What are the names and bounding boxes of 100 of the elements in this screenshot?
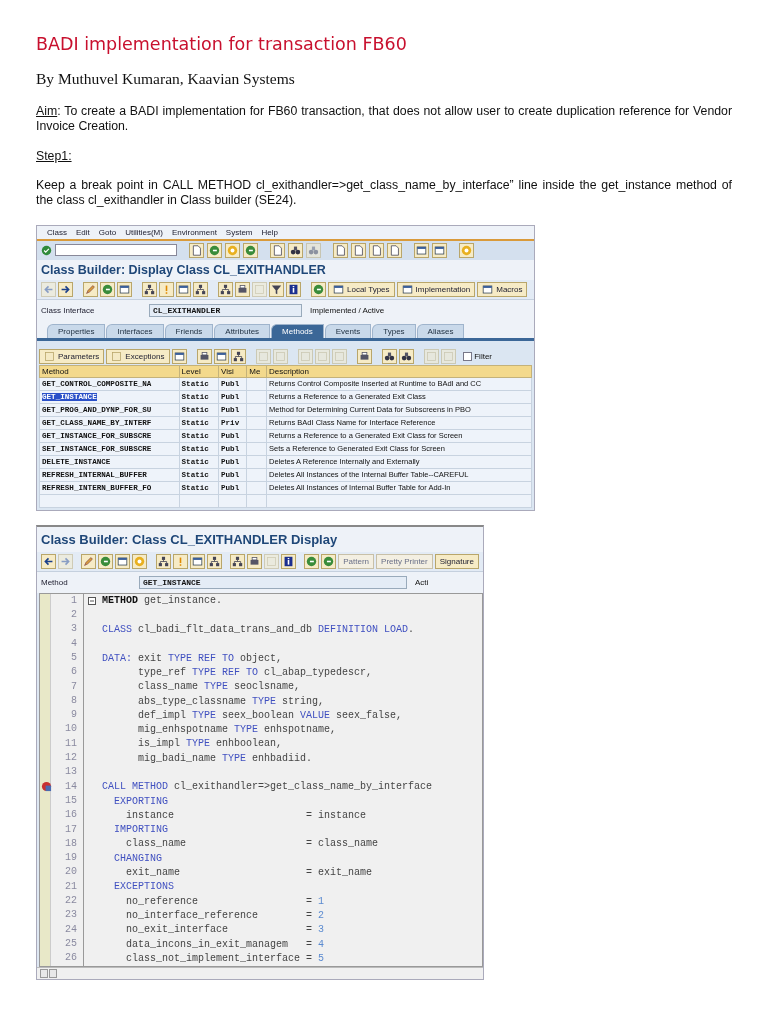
toolbar-button[interactable]: Parameters xyxy=(39,348,105,364)
line-number: 20 xyxy=(53,865,84,880)
toolbar-button[interactable] xyxy=(58,281,73,297)
toolbar-button[interactable] xyxy=(414,242,429,258)
toolbar-button[interactable] xyxy=(155,553,171,569)
toolbar-button[interactable] xyxy=(280,553,296,569)
page-icon xyxy=(272,244,283,256)
scroll-right-button[interactable] xyxy=(49,968,57,978)
filter-checkbox[interactable] xyxy=(463,351,473,361)
toolbar-button[interactable] xyxy=(229,553,245,569)
hierarchy-icon xyxy=(144,283,155,295)
class-field[interactable]: CL_EXITHANDLER xyxy=(149,303,302,317)
toolbar-button[interactable] xyxy=(356,348,372,364)
toolbar-button[interactable] xyxy=(41,553,56,569)
circle-icon xyxy=(313,283,324,295)
tab[interactable]: Methods xyxy=(271,323,324,338)
square-icon xyxy=(442,350,454,362)
toolbar-button[interactable] xyxy=(189,242,204,258)
window-icon xyxy=(191,555,203,567)
window-title: Class Builder: Class CL_EXITHANDLER Display xyxy=(37,526,483,552)
find-icon xyxy=(290,244,301,256)
square-icon xyxy=(316,350,328,362)
command-field[interactable] xyxy=(55,244,177,257)
toolbar-button[interactable] xyxy=(196,348,212,364)
toolbar-button[interactable] xyxy=(387,242,402,258)
circle-icon xyxy=(323,555,335,567)
toolbar-button[interactable] xyxy=(206,553,222,569)
toolbar-button[interactable]: Local Types xyxy=(328,281,395,297)
toolbar-button[interactable]: Exceptions xyxy=(106,348,170,364)
find-icon xyxy=(383,350,395,362)
toolbar-button[interactable] xyxy=(230,348,246,364)
toolbar-button[interactable] xyxy=(235,281,250,297)
toolbar-button[interactable] xyxy=(270,242,285,258)
code-line: class_not_implement_interface = 5 xyxy=(125,952,325,964)
toolbar-button[interactable] xyxy=(115,553,131,569)
toolbar-button[interactable] xyxy=(189,553,205,569)
menu-item[interactable]: Environment xyxy=(171,227,217,237)
tab[interactable]: Interfaces xyxy=(106,323,164,338)
menu-item[interactable]: Goto xyxy=(98,227,117,237)
toolbar-button[interactable] xyxy=(193,281,208,297)
toolbar-button[interactable] xyxy=(286,281,301,297)
toolbar-button[interactable] xyxy=(288,242,303,258)
line-number: 26 xyxy=(53,951,84,966)
line-number: 18 xyxy=(53,836,84,852)
line-number: 5 xyxy=(53,651,84,666)
toolbar-button[interactable] xyxy=(176,281,191,297)
toolbar-button[interactable] xyxy=(213,348,229,364)
toolbar-button[interactable]: Macros xyxy=(477,281,528,297)
window-icon xyxy=(178,283,189,295)
window-icon xyxy=(119,283,130,295)
toolbar-button[interactable] xyxy=(117,281,132,297)
toolbar-button[interactable] xyxy=(369,242,384,258)
enter-icon xyxy=(41,244,52,256)
hierarchy-icon xyxy=(195,283,206,295)
tab[interactable]: Properties xyxy=(47,323,106,338)
toolbar-button[interactable] xyxy=(432,242,447,258)
tab[interactable]: Friends xyxy=(164,323,214,338)
tab[interactable]: Types xyxy=(372,323,416,338)
filter-label: Filter xyxy=(474,351,492,361)
breakpoint-icon[interactable] xyxy=(40,781,52,793)
code-line: class_name = class_name xyxy=(125,838,379,850)
document-title: BADI implementation for transaction FB60 xyxy=(36,34,408,54)
scroll-left-button[interactable] xyxy=(40,968,48,978)
toolbar-button[interactable] xyxy=(142,281,157,297)
toolbar-button[interactable]: Signature xyxy=(434,553,479,569)
menu-item[interactable]: Help xyxy=(261,227,278,237)
toolbar-button[interactable] xyxy=(381,348,397,364)
page-icon xyxy=(371,244,382,256)
line-number: 22 xyxy=(53,894,84,909)
toolbar-button[interactable] xyxy=(398,348,414,364)
collapse-icon[interactable] xyxy=(88,596,96,605)
menu-item[interactable]: System xyxy=(225,227,253,237)
method-field[interactable]: GET_INSTANCE xyxy=(139,575,407,589)
field-label: Class Interface xyxy=(41,305,96,315)
tab[interactable]: Events xyxy=(324,323,372,338)
page-icon xyxy=(353,244,364,256)
square-icon xyxy=(333,350,345,362)
menu-item[interactable]: Utilities(M) xyxy=(125,227,163,237)
code-line: CHANGING xyxy=(113,852,162,864)
menu-item[interactable]: Class xyxy=(47,227,67,237)
line-number: 19 xyxy=(53,851,84,866)
line-number: 11 xyxy=(53,736,84,752)
menu-item[interactable]: Edit xyxy=(76,227,90,237)
toolbar-button[interactable]: Implementation xyxy=(396,281,476,297)
line-number: 4 xyxy=(53,636,84,651)
page-icon xyxy=(191,244,202,256)
circle-icon xyxy=(245,244,256,256)
toolbar-button[interactable] xyxy=(246,553,262,569)
square-icon xyxy=(254,283,265,295)
code-line: class_name TYPE seoclsname, xyxy=(137,681,301,693)
line-number: 6 xyxy=(53,665,84,680)
toolbar-button[interactable] xyxy=(171,348,187,364)
tab[interactable]: Aliases xyxy=(416,323,465,338)
toolbar-button[interactable] xyxy=(333,242,348,258)
toolbar-button[interactable] xyxy=(218,281,233,297)
toolbar-button[interactable] xyxy=(269,281,284,297)
tab[interactable]: Attributes xyxy=(214,323,271,338)
line-number: 16 xyxy=(53,808,84,823)
toolbar-button[interactable] xyxy=(351,242,366,258)
forward-icon xyxy=(60,555,71,567)
